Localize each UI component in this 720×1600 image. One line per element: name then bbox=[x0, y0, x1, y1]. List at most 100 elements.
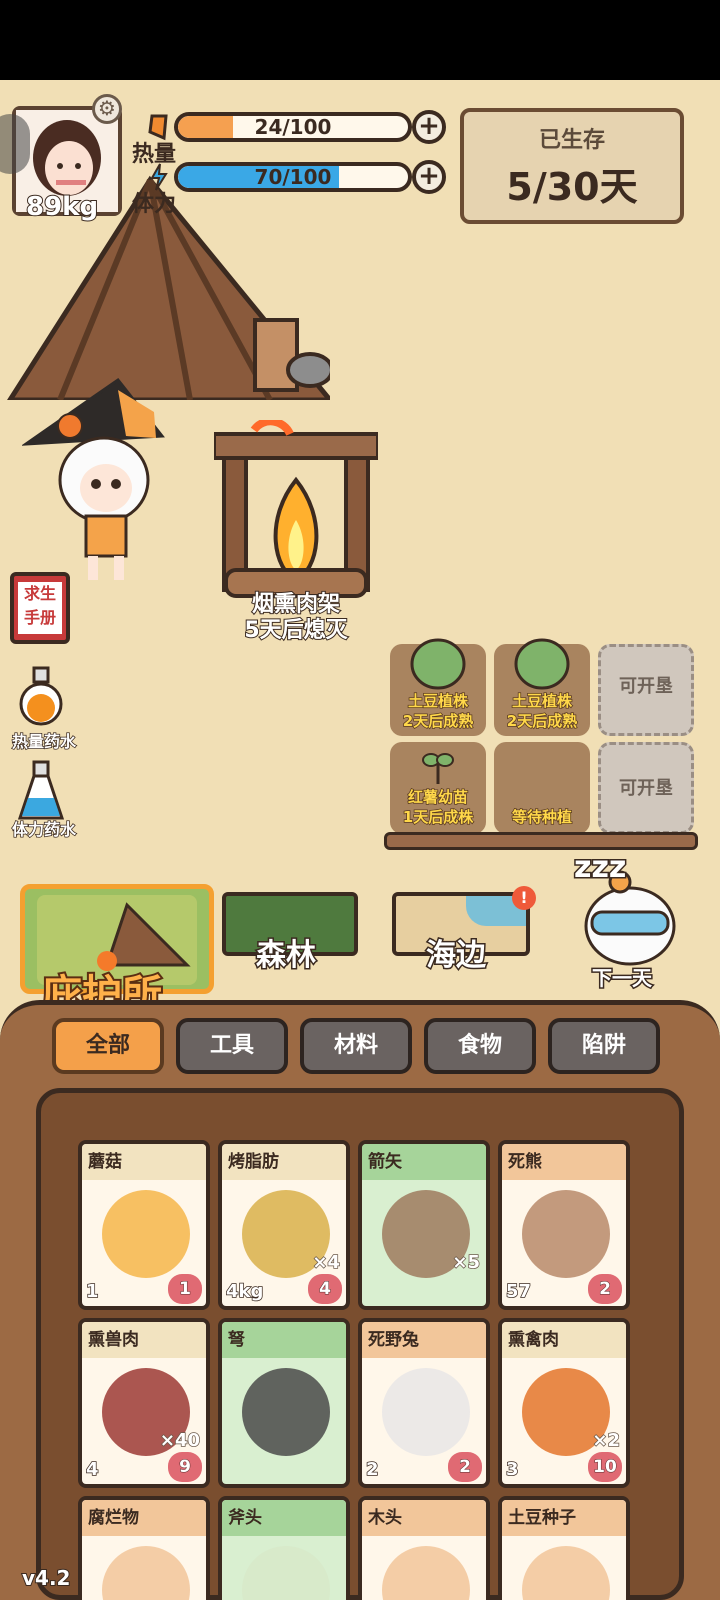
field-plot-3[interactable]: 可开垦 bbox=[598, 644, 694, 736]
item-icon bbox=[102, 1190, 190, 1278]
item-stat-weight: 2 bbox=[365, 1458, 379, 1481]
item-name: 烤脂肪 bbox=[222, 1144, 346, 1180]
item-stat-weight: 4kg bbox=[225, 1280, 264, 1303]
campfire-smoker-rack[interactable] bbox=[214, 420, 378, 600]
item-card[interactable]: 死熊 57 2 bbox=[498, 1140, 630, 1310]
plot-4-line2: 1天后成株 bbox=[402, 807, 474, 827]
smoker-caption: 烟熏肉架 5天后熄灭 bbox=[214, 591, 378, 644]
item-icon bbox=[382, 1546, 470, 1600]
category-tab-4[interactable]: 陷阱 bbox=[548, 1018, 660, 1074]
item-name: 弩 bbox=[222, 1322, 346, 1358]
stamina-potion-icon[interactable] bbox=[18, 760, 64, 822]
field-plot-4[interactable]: 红薯幼苗 1天后成株 bbox=[390, 742, 486, 834]
stamina-potion-label: 体力药水 bbox=[11, 819, 77, 840]
category-tab-1[interactable]: 工具 bbox=[176, 1018, 288, 1074]
manual-label-line1: 求生 bbox=[23, 584, 56, 603]
field-plot-2[interactable]: 土豆植株 2天后成熟 bbox=[494, 638, 590, 736]
item-name: 土豆种子 bbox=[502, 1500, 626, 1536]
survival-manual-button[interactable]: 求生 手册 bbox=[10, 572, 70, 644]
item-name: 箭矢 bbox=[362, 1144, 486, 1180]
sleep-zzz-icon: zzz bbox=[572, 849, 627, 887]
item-card[interactable]: 熏禽肉 ×2 3 10 bbox=[498, 1318, 630, 1488]
item-stat-weight: 3 bbox=[505, 1458, 519, 1481]
item-stat-weight: 57 bbox=[505, 1280, 532, 1303]
item-quantity: ×5 bbox=[452, 1251, 481, 1274]
item-stat-food-badge: 2 bbox=[448, 1452, 482, 1482]
item-name: 木头 bbox=[362, 1500, 486, 1536]
survive-days-value: 5/30天 bbox=[506, 165, 638, 209]
item-card[interactable]: 蘑菇 1 1 bbox=[78, 1140, 210, 1310]
item-card[interactable]: 腐烂物 bbox=[78, 1496, 210, 1600]
manual-label-line2: 手册 bbox=[23, 608, 56, 627]
smoker-name: 烟熏肉架 bbox=[251, 591, 341, 618]
potato-plant-icon bbox=[410, 638, 466, 690]
field-plot-1[interactable]: 土豆植株 2天后成熟 bbox=[390, 638, 486, 736]
version-label: v4.2 bbox=[21, 1565, 71, 1591]
item-icon bbox=[382, 1368, 470, 1456]
item-quantity: ×40 bbox=[159, 1429, 201, 1452]
item-name: 熏兽肉 bbox=[82, 1322, 206, 1358]
item-stat-weight: 4 bbox=[85, 1458, 99, 1481]
item-card[interactable]: 烤脂肪 ×4 4kg 4 bbox=[218, 1140, 350, 1310]
item-name: 熏禽肉 bbox=[502, 1322, 626, 1358]
calories-potion-label: 热量药水 bbox=[11, 731, 77, 752]
location-forest-label: 森林 bbox=[255, 937, 318, 975]
plot-1-line1: 土豆植株 bbox=[407, 691, 469, 711]
calories-potion-icon[interactable] bbox=[18, 666, 64, 728]
side-handle-icon[interactable] bbox=[0, 114, 30, 174]
calories-bar: 24/100 bbox=[174, 112, 412, 142]
item-card[interactable]: 箭矢 ×5 bbox=[358, 1140, 490, 1310]
item-icon bbox=[242, 1368, 330, 1456]
location-beach-label: 海边 bbox=[425, 937, 488, 975]
beach-alert-badge-icon: ! bbox=[512, 886, 536, 910]
survive-label: 已生存 bbox=[538, 128, 605, 153]
item-stat-food-badge: 2 bbox=[588, 1274, 622, 1304]
item-card[interactable]: 土豆种子 bbox=[498, 1496, 630, 1600]
item-card[interactable]: 熏兽肉 ×40 4 9 bbox=[78, 1318, 210, 1488]
item-stat-food-badge: 10 bbox=[588, 1452, 622, 1482]
item-stat-weight: 1 bbox=[85, 1280, 99, 1303]
item-quantity: ×2 bbox=[592, 1429, 621, 1452]
item-stat-food-badge: 9 bbox=[168, 1452, 202, 1482]
plot-2-line1: 土豆植株 bbox=[511, 691, 573, 711]
item-card[interactable]: 斧头 bbox=[218, 1496, 350, 1600]
item-quantity: ×4 bbox=[312, 1251, 341, 1274]
sweet-potato-sprout-icon bbox=[422, 753, 454, 784]
companion-witch-character[interactable] bbox=[22, 376, 172, 586]
item-name: 蘑菇 bbox=[82, 1144, 206, 1180]
item-icon bbox=[522, 1190, 610, 1278]
calories-value: 24/100 bbox=[254, 115, 332, 139]
add-calories-button[interactable]: + bbox=[412, 110, 446, 144]
item-name: 斧头 bbox=[222, 1500, 346, 1536]
stamina-bar: 70/100 bbox=[174, 162, 412, 192]
plot-2-line2: 2天后成熟 bbox=[506, 711, 578, 731]
item-name: 死熊 bbox=[502, 1144, 626, 1180]
survival-days-sign: 已生存 5/30天 bbox=[460, 108, 684, 224]
stamina-value: 70/100 bbox=[254, 165, 332, 189]
category-tab-2[interactable]: 材料 bbox=[300, 1018, 412, 1074]
plot-5-line1: 等待种植 bbox=[511, 807, 573, 827]
field-plot-5[interactable]: 等待种植 bbox=[494, 742, 590, 834]
plot-6-line1: 可开垦 bbox=[619, 778, 673, 799]
plot-4-line1: 红薯幼苗 bbox=[407, 787, 469, 807]
item-stat-food-badge: 4 bbox=[308, 1274, 342, 1304]
item-icon bbox=[102, 1546, 190, 1600]
item-card[interactable]: 木头 bbox=[358, 1496, 490, 1600]
item-name: 死野兔 bbox=[362, 1322, 486, 1358]
smoker-status: 5天后熄灭 bbox=[243, 617, 348, 644]
category-tab-3[interactable]: 食物 bbox=[424, 1018, 536, 1074]
potato-plant-icon bbox=[514, 638, 570, 690]
plot-1-line2: 2天后成熟 bbox=[402, 711, 474, 731]
settings-gear-icon[interactable]: ⚙ bbox=[92, 94, 122, 124]
field-fence bbox=[384, 832, 698, 850]
item-card[interactable]: 死野兔 2 2 bbox=[358, 1318, 490, 1488]
item-card[interactable]: 弩 bbox=[218, 1318, 350, 1488]
category-tab-0[interactable]: 全部 bbox=[52, 1018, 164, 1074]
game-scene: ⚙ 89kg 热量 24/100 + 体力 70/100 + 已生存 5/30天… bbox=[0, 80, 720, 1600]
add-stamina-button[interactable]: + bbox=[412, 160, 446, 194]
item-icon bbox=[242, 1546, 330, 1600]
item-stat-food-badge: 1 bbox=[168, 1274, 202, 1304]
stamina-label: 体力 bbox=[132, 192, 177, 217]
field-plot-6[interactable]: 可开垦 bbox=[598, 742, 694, 834]
item-icon bbox=[522, 1546, 610, 1600]
